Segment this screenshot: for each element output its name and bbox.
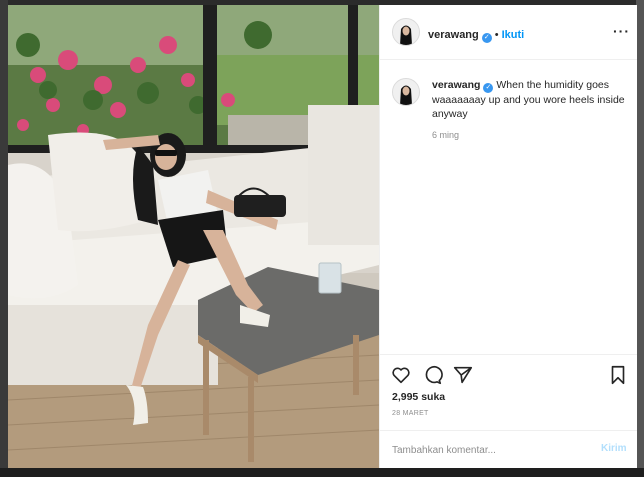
- heart-icon[interactable]: [390, 364, 412, 386]
- more-options-icon[interactable]: ···: [613, 24, 629, 38]
- likes-count[interactable]: 2,995 suka: [392, 391, 445, 403]
- bookmark-icon[interactable]: [607, 364, 629, 386]
- backdrop-bottom: [0, 468, 644, 477]
- post-date: 28 MARET: [392, 410, 429, 417]
- comment-form: Kirim: [380, 430, 637, 469]
- avatar[interactable]: [392, 18, 420, 46]
- separator-dot: •: [494, 29, 499, 41]
- share-icon[interactable]: [452, 364, 474, 386]
- post-photo[interactable]: [8, 5, 379, 468]
- backdrop-right: [636, 0, 644, 477]
- comment-icon[interactable]: [421, 364, 443, 386]
- verified-badge-icon: ✓: [483, 83, 494, 93]
- username-link[interactable]: verawang: [428, 29, 479, 41]
- verified-badge-icon: ✓: [481, 33, 492, 43]
- caption-avatar[interactable]: [392, 78, 420, 106]
- post-header: verawang ✓ • Ikuti ···: [380, 5, 637, 60]
- caption-username[interactable]: verawang: [432, 79, 480, 91]
- backdrop-left: [0, 0, 8, 477]
- post-caption: verawang ✓ When the humidity goes waaaaaa…: [432, 78, 627, 121]
- post-sidebar: verawang ✓ • Ikuti ··· verawang ✓ When the h…: [379, 5, 637, 468]
- caption-timestamp: 6 ming: [432, 130, 460, 140]
- post-comment-button[interactable]: Kirim: [601, 443, 627, 454]
- avatar-image: [393, 79, 419, 105]
- comment-input[interactable]: [392, 443, 582, 457]
- follow-button[interactable]: Ikuti: [502, 29, 525, 41]
- avatar-image: [393, 19, 419, 45]
- header-user-line: verawang ✓ • Ikuti: [428, 25, 524, 43]
- post-image: [8, 5, 379, 468]
